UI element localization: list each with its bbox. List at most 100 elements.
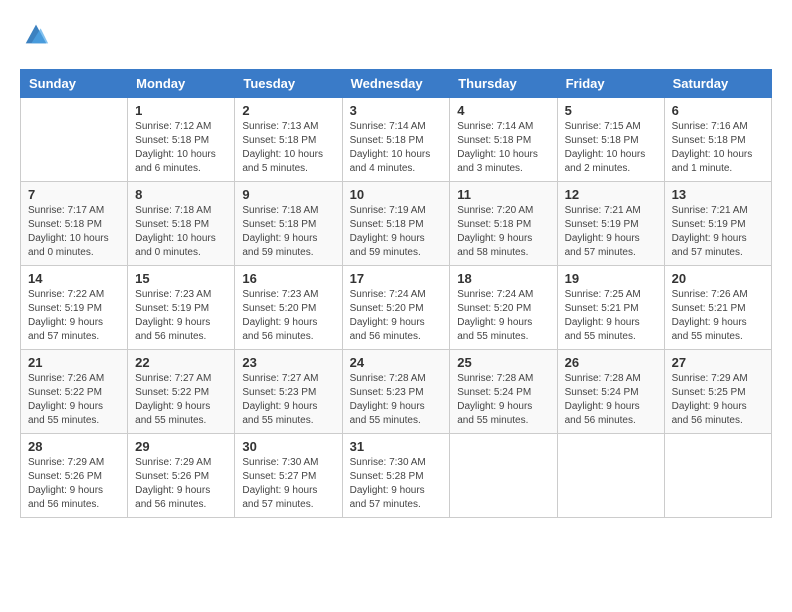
week-row-2: 7 Sunrise: 7:17 AM Sunset: 5:18 PM Daylig… bbox=[21, 182, 772, 266]
day-info: Sunrise: 7:27 AM Sunset: 5:23 PM Dayligh… bbox=[242, 372, 334, 428]
day-number: 21 bbox=[28, 355, 120, 370]
day-number: 23 bbox=[242, 355, 334, 370]
day-info: Sunrise: 7:20 AM Sunset: 5:18 PM Dayligh… bbox=[457, 204, 549, 260]
day-number: 7 bbox=[28, 187, 120, 202]
day-info: Sunrise: 7:29 AM Sunset: 5:25 PM Dayligh… bbox=[672, 372, 764, 428]
calendar-cell: 23 Sunrise: 7:27 AM Sunset: 5:23 PM Dayli… bbox=[235, 350, 342, 434]
weekday-monday: Monday bbox=[128, 70, 235, 98]
weekday-tuesday: Tuesday bbox=[235, 70, 342, 98]
page-header bbox=[20, 20, 772, 53]
calendar-cell: 5 Sunrise: 7:15 AM Sunset: 5:18 PM Daylig… bbox=[557, 98, 664, 182]
calendar-cell: 16 Sunrise: 7:23 AM Sunset: 5:20 PM Dayli… bbox=[235, 266, 342, 350]
day-number: 6 bbox=[672, 103, 764, 118]
day-info: Sunrise: 7:23 AM Sunset: 5:20 PM Dayligh… bbox=[242, 288, 334, 344]
day-number: 31 bbox=[350, 439, 443, 454]
weekday-friday: Friday bbox=[557, 70, 664, 98]
calendar-cell: 20 Sunrise: 7:26 AM Sunset: 5:21 PM Dayli… bbox=[664, 266, 771, 350]
day-info: Sunrise: 7:16 AM Sunset: 5:18 PM Dayligh… bbox=[672, 120, 764, 176]
calendar-cell: 3 Sunrise: 7:14 AM Sunset: 5:18 PM Daylig… bbox=[342, 98, 450, 182]
calendar-cell bbox=[21, 98, 128, 182]
calendar-cell bbox=[664, 434, 771, 518]
day-info: Sunrise: 7:28 AM Sunset: 5:24 PM Dayligh… bbox=[457, 372, 549, 428]
calendar-cell: 24 Sunrise: 7:28 AM Sunset: 5:23 PM Dayli… bbox=[342, 350, 450, 434]
day-number: 8 bbox=[135, 187, 227, 202]
day-info: Sunrise: 7:26 AM Sunset: 5:21 PM Dayligh… bbox=[672, 288, 764, 344]
calendar-cell: 30 Sunrise: 7:30 AM Sunset: 5:27 PM Dayli… bbox=[235, 434, 342, 518]
day-number: 1 bbox=[135, 103, 227, 118]
day-number: 18 bbox=[457, 271, 549, 286]
day-number: 26 bbox=[565, 355, 657, 370]
day-info: Sunrise: 7:22 AM Sunset: 5:19 PM Dayligh… bbox=[28, 288, 120, 344]
day-number: 5 bbox=[565, 103, 657, 118]
day-info: Sunrise: 7:18 AM Sunset: 5:18 PM Dayligh… bbox=[135, 204, 227, 260]
day-info: Sunrise: 7:28 AM Sunset: 5:23 PM Dayligh… bbox=[350, 372, 443, 428]
logo bbox=[20, 24, 50, 53]
calendar-cell: 14 Sunrise: 7:22 AM Sunset: 5:19 PM Dayli… bbox=[21, 266, 128, 350]
day-number: 29 bbox=[135, 439, 227, 454]
day-number: 28 bbox=[28, 439, 120, 454]
day-info: Sunrise: 7:27 AM Sunset: 5:22 PM Dayligh… bbox=[135, 372, 227, 428]
calendar-cell: 2Sunrise: 7:13 AM Sunset: 5:18 PM Daylig… bbox=[235, 98, 342, 182]
calendar-cell: 25Sunrise: 7:28 AM Sunset: 5:24 PM Dayli… bbox=[450, 350, 557, 434]
day-info: Sunrise: 7:29 AM Sunset: 5:26 PM Dayligh… bbox=[28, 456, 120, 512]
calendar-cell: 15Sunrise: 7:23 AM Sunset: 5:19 PM Dayli… bbox=[128, 266, 235, 350]
day-info: Sunrise: 7:30 AM Sunset: 5:28 PM Dayligh… bbox=[350, 456, 443, 512]
weekday-wednesday: Wednesday bbox=[342, 70, 450, 98]
day-number: 4 bbox=[457, 103, 549, 118]
day-number: 27 bbox=[672, 355, 764, 370]
calendar-cell: 17 Sunrise: 7:24 AM Sunset: 5:20 PM Dayli… bbox=[342, 266, 450, 350]
day-number: 20 bbox=[672, 271, 764, 286]
day-info: Sunrise: 7:13 AM Sunset: 5:18 PM Dayligh… bbox=[242, 120, 334, 176]
calendar-cell: 12 Sunrise: 7:21 AM Sunset: 5:19 PM Dayli… bbox=[557, 182, 664, 266]
calendar-cell: 19Sunrise: 7:25 AM Sunset: 5:21 PM Dayli… bbox=[557, 266, 664, 350]
calendar-cell: 29Sunrise: 7:29 AM Sunset: 5:26 PM Dayli… bbox=[128, 434, 235, 518]
day-number: 3 bbox=[350, 103, 443, 118]
day-number: 12 bbox=[565, 187, 657, 202]
calendar-cell: 8 Sunrise: 7:18 AM Sunset: 5:18 PM Daylig… bbox=[128, 182, 235, 266]
day-number: 13 bbox=[672, 187, 764, 202]
calendar-cell: 7 Sunrise: 7:17 AM Sunset: 5:18 PM Daylig… bbox=[21, 182, 128, 266]
calendar-cell: 27 Sunrise: 7:29 AM Sunset: 5:25 PM Dayli… bbox=[664, 350, 771, 434]
calendar-cell: 11 Sunrise: 7:20 AM Sunset: 5:18 PM Dayli… bbox=[450, 182, 557, 266]
week-row-3: 14 Sunrise: 7:22 AM Sunset: 5:19 PM Dayli… bbox=[21, 266, 772, 350]
calendar-cell: 6 Sunrise: 7:16 AM Sunset: 5:18 PM Daylig… bbox=[664, 98, 771, 182]
day-info: Sunrise: 7:24 AM Sunset: 5:20 PM Dayligh… bbox=[350, 288, 443, 344]
weekday-saturday: Saturday bbox=[664, 70, 771, 98]
day-info: Sunrise: 7:30 AM Sunset: 5:27 PM Dayligh… bbox=[242, 456, 334, 512]
day-info: Sunrise: 7:21 AM Sunset: 5:19 PM Dayligh… bbox=[672, 204, 764, 260]
day-info: Sunrise: 7:12 AM Sunset: 5:18 PM Dayligh… bbox=[135, 120, 227, 176]
day-info: Sunrise: 7:14 AM Sunset: 5:18 PM Dayligh… bbox=[350, 120, 443, 176]
day-number: 14 bbox=[28, 271, 120, 286]
week-row-4: 21 Sunrise: 7:26 AM Sunset: 5:22 PM Dayli… bbox=[21, 350, 772, 434]
day-number: 17 bbox=[350, 271, 443, 286]
day-number: 16 bbox=[242, 271, 334, 286]
calendar-cell: 26Sunrise: 7:28 AM Sunset: 5:24 PM Dayli… bbox=[557, 350, 664, 434]
calendar-cell: 9 Sunrise: 7:18 AM Sunset: 5:18 PM Daylig… bbox=[235, 182, 342, 266]
day-number: 30 bbox=[242, 439, 334, 454]
day-number: 24 bbox=[350, 355, 443, 370]
day-info: Sunrise: 7:24 AM Sunset: 5:20 PM Dayligh… bbox=[457, 288, 549, 344]
day-number: 9 bbox=[242, 187, 334, 202]
day-info: Sunrise: 7:17 AM Sunset: 5:18 PM Dayligh… bbox=[28, 204, 120, 260]
weekday-sunday: Sunday bbox=[21, 70, 128, 98]
day-number: 10 bbox=[350, 187, 443, 202]
logo-text bbox=[20, 24, 50, 53]
calendar-cell: 18 Sunrise: 7:24 AM Sunset: 5:20 PM Dayli… bbox=[450, 266, 557, 350]
day-info: Sunrise: 7:15 AM Sunset: 5:18 PM Dayligh… bbox=[565, 120, 657, 176]
day-info: Sunrise: 7:19 AM Sunset: 5:18 PM Dayligh… bbox=[350, 204, 443, 260]
calendar-cell: 10 Sunrise: 7:19 AM Sunset: 5:18 PM Dayli… bbox=[342, 182, 450, 266]
day-number: 11 bbox=[457, 187, 549, 202]
calendar-cell: 4 Sunrise: 7:14 AM Sunset: 5:18 PM Daylig… bbox=[450, 98, 557, 182]
calendar-body: 1 Sunrise: 7:12 AM Sunset: 5:18 PM Daylig… bbox=[21, 98, 772, 518]
weekday-thursday: Thursday bbox=[450, 70, 557, 98]
calendar-cell: 31 Sunrise: 7:30 AM Sunset: 5:28 PM Dayli… bbox=[342, 434, 450, 518]
calendar-cell: 22Sunrise: 7:27 AM Sunset: 5:22 PM Dayli… bbox=[128, 350, 235, 434]
day-info: Sunrise: 7:26 AM Sunset: 5:22 PM Dayligh… bbox=[28, 372, 120, 428]
day-info: Sunrise: 7:14 AM Sunset: 5:18 PM Dayligh… bbox=[457, 120, 549, 176]
calendar-table: SundayMondayTuesdayWednesdayThursdayFrid… bbox=[20, 69, 772, 518]
logo-icon bbox=[22, 20, 50, 48]
weekday-header-row: SundayMondayTuesdayWednesdayThursdayFrid… bbox=[21, 70, 772, 98]
calendar-cell bbox=[557, 434, 664, 518]
day-info: Sunrise: 7:18 AM Sunset: 5:18 PM Dayligh… bbox=[242, 204, 334, 260]
day-info: Sunrise: 7:21 AM Sunset: 5:19 PM Dayligh… bbox=[565, 204, 657, 260]
